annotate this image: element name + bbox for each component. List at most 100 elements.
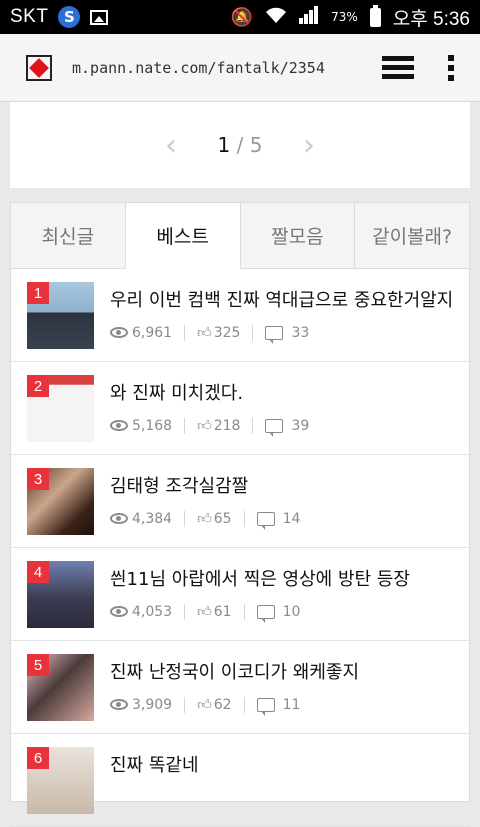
comment-icon [256,511,275,530]
post-stats: 4,384 👍︎ 65 14 [110,510,301,530]
divider [252,324,254,341]
comment-icon [256,697,275,716]
url-text[interactable]: m.pann.nate.com/fantalk/2354 [72,59,325,77]
view-count: 4,384 [132,510,173,527]
list-item[interactable]: 6 진짜 똑같네 [11,734,469,827]
view-count: 5,168 [132,417,173,434]
post-title[interactable]: 우리 이번 컴백 진짜 역대급으로 중요한거알지 [110,286,453,312]
prev-page-icon[interactable]: ‹ [151,128,191,163]
post-title[interactable]: 와 진짜 미치겠다. [110,379,309,405]
comment-icon [265,418,284,437]
overflow-menu-icon[interactable] [448,54,454,81]
status-right: 🔕 73% 오후 5:36 [231,4,470,31]
post-list-card: 최신글 베스트 짤모음 같이볼래? 1 우리 이번 컴백 진짜 역대급으로 중요… [10,202,470,827]
like-icon: 👍︎ [197,697,212,713]
like-icon: 👍︎ [197,604,212,620]
comment-count: 33 [291,324,310,341]
tab-watch-together[interactable]: 같이볼래? [355,203,469,268]
clock: 오후 5:36 [392,8,470,30]
divider [184,417,186,434]
post-thumbnail[interactable]: 1 [27,282,94,349]
gallery-icon [90,9,109,25]
post-stats: 3,909 👍︎ 62 11 [110,696,359,716]
divider [252,417,254,434]
post-thumbnail[interactable]: 6 [27,747,94,814]
tab-best[interactable]: 베스트 [125,203,241,269]
divider [184,324,186,341]
divider [243,696,245,713]
views-icon [110,699,128,710]
divider [184,603,186,620]
comment-icon [256,604,275,623]
site-favicon-icon [26,54,52,81]
status-bar: SKT S 🔕 73% 오후 5:36 [0,0,480,34]
divider [184,696,186,713]
browser-url-bar: m.pann.nate.com/fantalk/2354 [0,34,480,102]
signal-icon [299,5,319,29]
post-stats: 6,961 👍︎ 325 33 [110,324,453,344]
views-icon [110,606,128,617]
post-info: 진짜 난정국이 이코디가 왜케좋지 3,909 👍︎ 62 11 [110,654,359,716]
post-info: 씐11님 아랍에서 찍은 영상에 방탄 등장 4,053 👍︎ 61 10 [110,561,410,623]
post-title[interactable]: 진짜 난정국이 이코디가 왜케좋지 [110,658,359,684]
rank-badge: 3 [27,468,49,490]
view-count: 6,961 [132,324,173,341]
battery-icon [369,4,381,27]
tab-pics[interactable]: 짤모음 [240,203,356,268]
comment-icon [265,325,284,344]
like-count: 65 [213,510,232,527]
divider [243,510,245,527]
views-icon [110,420,128,431]
post-title[interactable]: 김태형 조각실감짤 [110,472,300,498]
post-stats: 5,168 👍︎ 218 39 [110,417,310,437]
post-info: 와 진짜 미치겠다. 5,168 👍︎ 218 39 [110,375,310,437]
like-icon: 👍︎ [197,325,212,341]
divider [243,603,245,620]
wifi-icon [265,6,287,29]
samsung-app-icon: S [58,6,81,28]
mute-icon: 🔕 [230,6,254,28]
total-pages: 5 [249,133,263,157]
list-item[interactable]: 5 진짜 난정국이 이코디가 왜케좋지 3,909 👍︎ 62 11 [11,641,469,734]
list-item[interactable]: 4 씐11님 아랍에서 찍은 영상에 방탄 등장 4,053 👍︎ 61 10 [11,548,469,641]
list-item[interactable]: 1 우리 이번 컴백 진짜 역대급으로 중요한거알지 6,961 👍︎ 325 3… [11,269,469,362]
battery-percent: 73% [331,10,358,24]
rank-badge: 6 [27,747,49,769]
tab-latest[interactable]: 최신글 [11,203,126,268]
page-separator: / [236,133,244,157]
post-thumbnail[interactable]: 5 [27,654,94,721]
post-stats: 4,053 👍︎ 61 10 [110,603,410,623]
category-tabs: 최신글 베스트 짤모음 같이볼래? [11,203,469,269]
rank-badge: 2 [27,375,49,397]
post-thumbnail[interactable]: 2 [27,375,94,442]
views-icon [110,327,128,338]
views-icon [110,513,128,524]
next-page-icon[interactable]: › [289,128,329,163]
post-thumbnail[interactable]: 4 [27,561,94,628]
comment-count: 39 [291,417,310,434]
post-thumbnail[interactable]: 3 [27,468,94,535]
like-count: 325 [213,324,241,341]
comment-count: 14 [282,510,301,527]
like-count: 62 [213,696,232,713]
view-count: 3,909 [132,696,173,713]
like-count: 218 [213,417,241,434]
carrier-label: SKT [10,6,49,27]
current-page: 1 [217,133,231,157]
pagination: ‹ 1 / 5 › [10,102,470,188]
comment-count: 11 [282,696,301,713]
view-count: 4,053 [132,603,173,620]
post-info: 진짜 똑같네 [110,747,199,777]
page-indicator: 1 / 5 [191,133,289,157]
rank-badge: 4 [27,561,49,583]
rank-badge: 1 [27,282,49,304]
list-item[interactable]: 2 와 진짜 미치겠다. 5,168 👍︎ 218 39 [11,362,469,455]
divider [184,510,186,527]
like-icon: 👍︎ [197,418,212,434]
like-icon: 👍︎ [197,511,212,527]
post-title[interactable]: 씐11님 아랍에서 찍은 영상에 방탄 등장 [110,565,410,591]
post-title[interactable]: 진짜 똑같네 [110,751,199,777]
like-count: 61 [213,603,232,620]
tabs-icon[interactable] [382,55,414,80]
list-item[interactable]: 3 김태형 조각실감짤 4,384 👍︎ 65 14 [11,455,469,548]
